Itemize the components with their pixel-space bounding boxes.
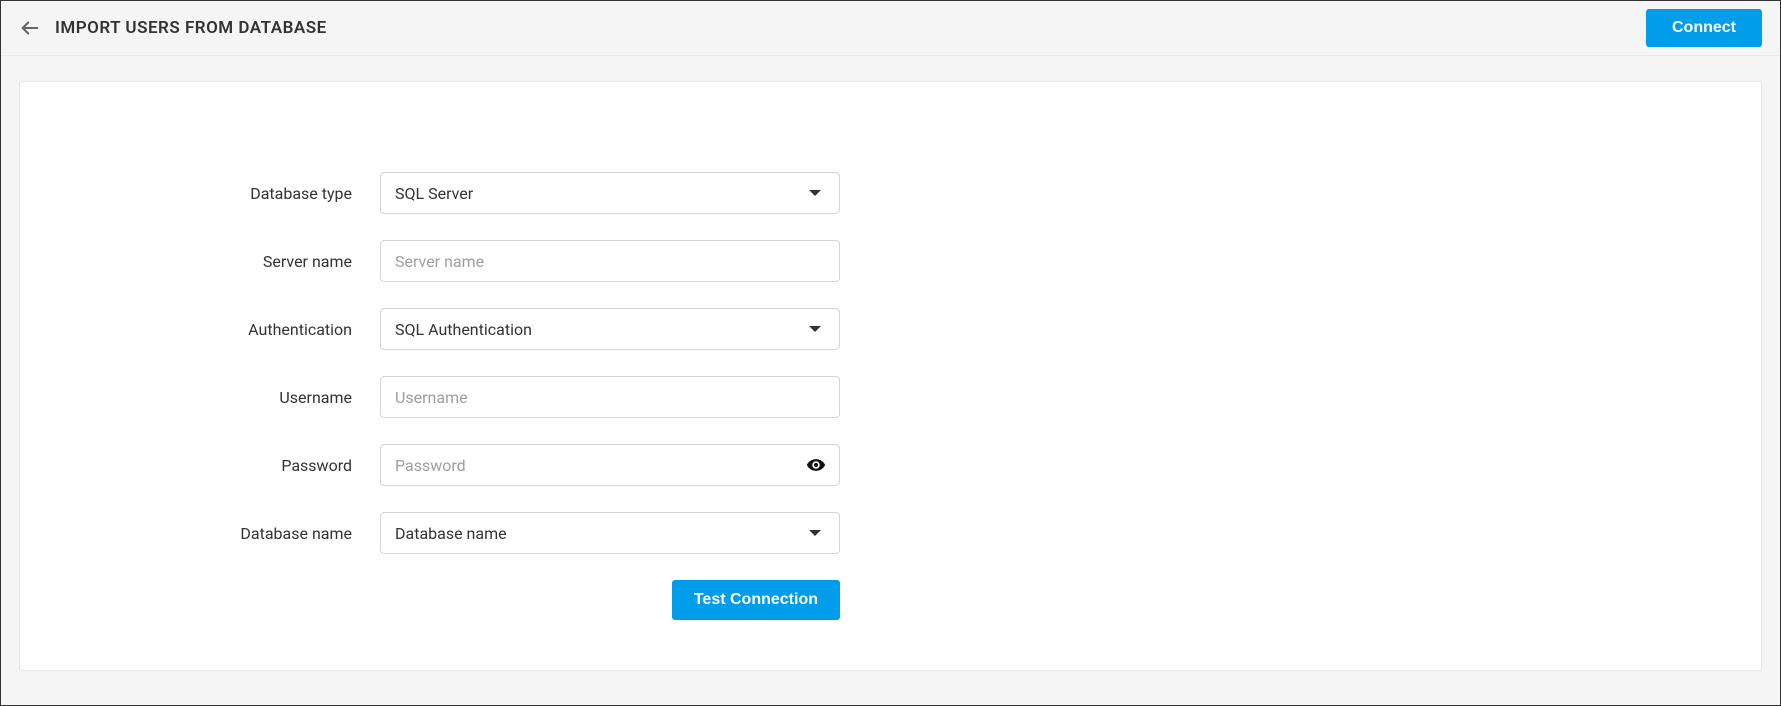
content-wrap: Database type SQL Server Server name Aut… xyxy=(1,81,1780,689)
label-password: Password xyxy=(20,456,380,475)
caret-down-icon xyxy=(809,190,821,196)
caret-down-icon xyxy=(809,326,821,332)
row-authentication: Authentication SQL Authentication xyxy=(20,308,860,350)
label-username: Username xyxy=(20,388,380,407)
row-server-name: Server name xyxy=(20,240,860,282)
caret-down-icon xyxy=(809,530,821,536)
form-panel: Database type SQL Server Server name Aut… xyxy=(19,81,1762,671)
database-name-select[interactable]: Database name xyxy=(380,512,840,554)
test-connection-button[interactable]: Test Connection xyxy=(672,580,840,620)
label-authentication: Authentication xyxy=(20,320,380,339)
label-server-name: Server name xyxy=(20,252,380,271)
server-name-input[interactable] xyxy=(380,240,840,282)
database-type-value: SQL Server xyxy=(395,184,473,203)
authentication-select[interactable]: SQL Authentication xyxy=(380,308,840,350)
eye-icon[interactable] xyxy=(806,455,826,475)
database-name-value: Database name xyxy=(395,524,507,543)
page-header: IMPORT USERS FROM DATABASE Connect xyxy=(1,1,1780,55)
authentication-value: SQL Authentication xyxy=(395,320,532,339)
database-type-select[interactable]: SQL Server xyxy=(380,172,840,214)
row-database-name: Database name Database name xyxy=(20,512,860,554)
row-database-type: Database type SQL Server xyxy=(20,172,860,214)
page-title: IMPORT USERS FROM DATABASE xyxy=(55,18,327,38)
label-database-name: Database name xyxy=(20,524,380,543)
connect-button[interactable]: Connect xyxy=(1646,9,1762,47)
label-database-type: Database type xyxy=(20,184,380,203)
subheader-strip xyxy=(1,55,1780,81)
db-connection-form: Database type SQL Server Server name Aut… xyxy=(20,172,860,620)
header-left: IMPORT USERS FROM DATABASE xyxy=(19,17,327,39)
username-input[interactable] xyxy=(380,376,840,418)
row-username: Username xyxy=(20,376,860,418)
row-password: Password xyxy=(20,444,860,486)
form-actions: Test Connection xyxy=(20,580,840,620)
back-arrow-icon[interactable] xyxy=(19,17,41,39)
password-input[interactable] xyxy=(380,444,840,486)
